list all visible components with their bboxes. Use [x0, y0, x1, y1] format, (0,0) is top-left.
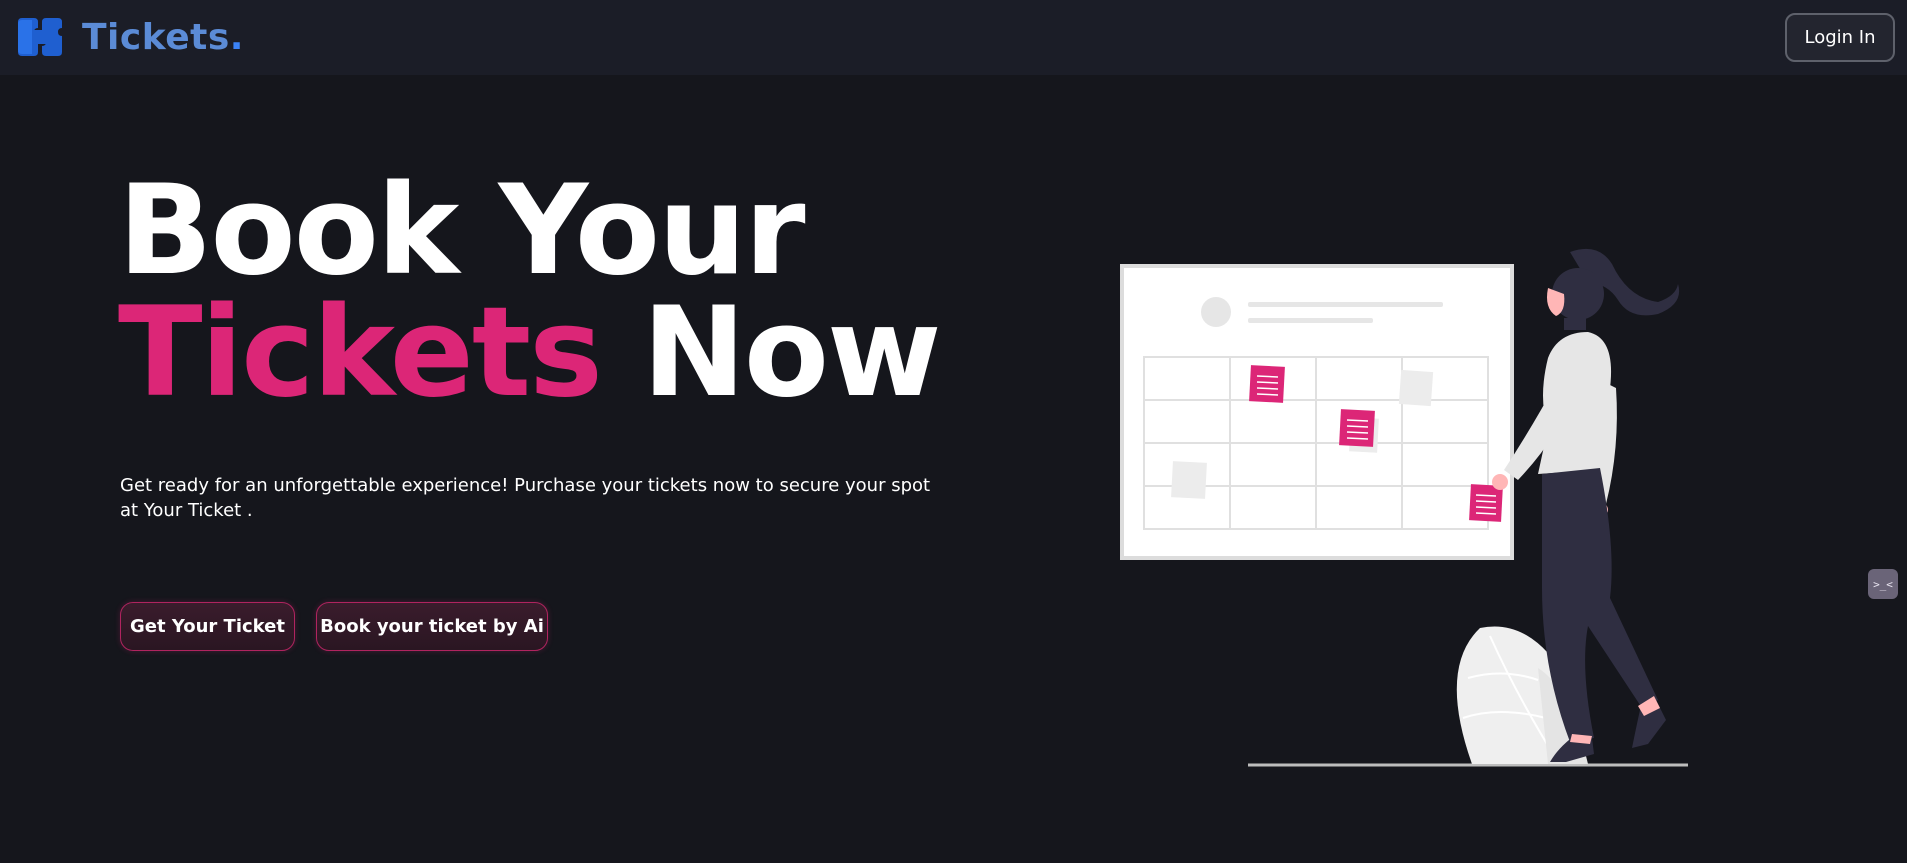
hero-title-rest: Now [600, 281, 942, 425]
brand-dot: . [229, 16, 244, 58]
ticket-logo-icon [18, 18, 62, 56]
brand-name-text: Tickets [82, 16, 230, 58]
brand-name: Tickets. [82, 17, 244, 58]
woman-calendar-illustration [1120, 248, 1688, 767]
book-by-ai-button[interactable]: Book your ticket by Ai [316, 602, 548, 651]
chat-widget-icon[interactable]: >_< [1868, 569, 1898, 599]
hero-title-accent: Tickets [118, 281, 603, 425]
hero-subtitle: Get ready for an unforgettable experienc… [120, 475, 931, 521]
hero-title: Book Your Tickets Now [118, 169, 942, 415]
get-ticket-button[interactable]: Get Your Ticket [120, 602, 295, 651]
login-button[interactable]: Login In [1785, 13, 1895, 62]
brand-logo[interactable]: Tickets. [16, 16, 244, 58]
navbar: Tickets. Login In [0, 0, 1907, 75]
